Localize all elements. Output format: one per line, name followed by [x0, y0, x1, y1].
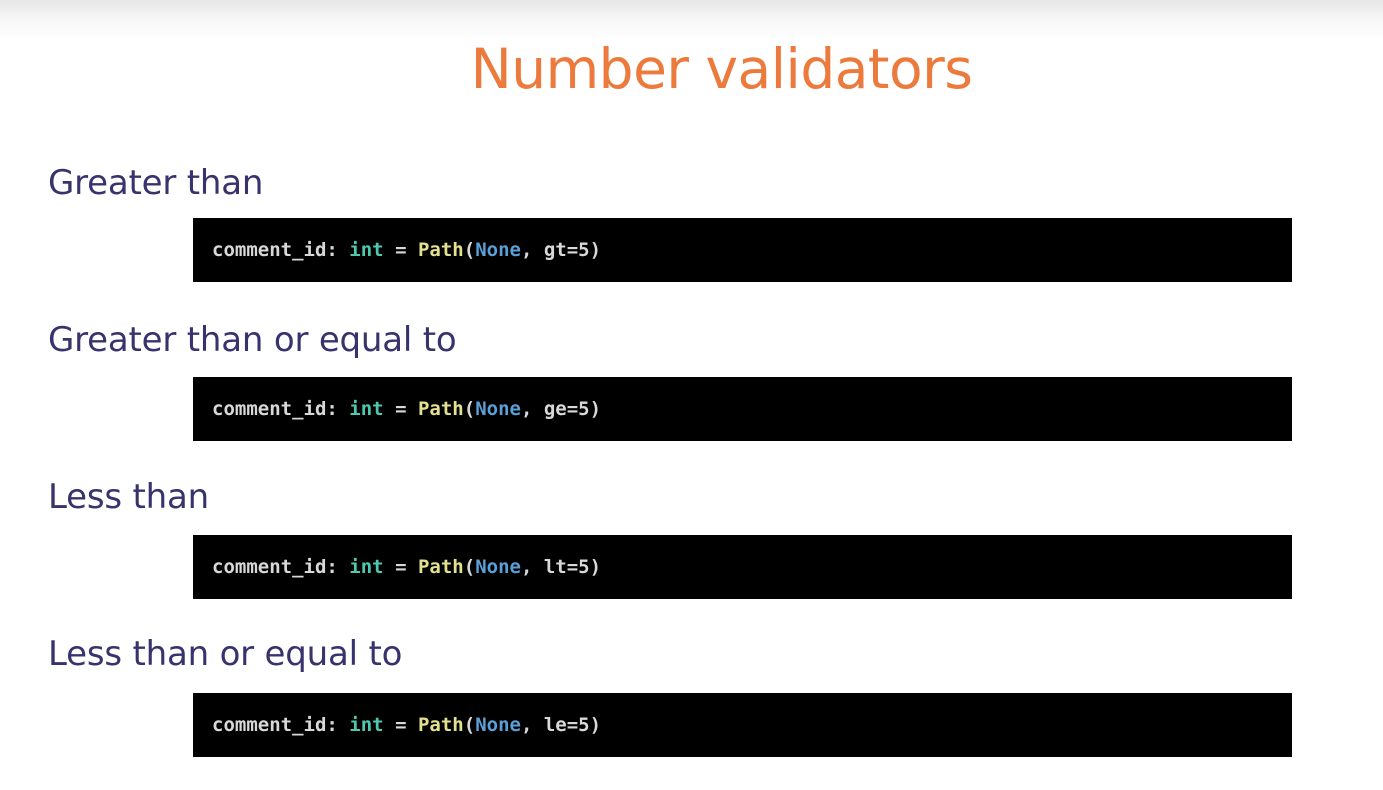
- code-function: Path: [417, 398, 464, 420]
- code-variable: comment_id:: [212, 398, 338, 420]
- code-type: int: [349, 714, 384, 736]
- code-block-less-than: comment_id: int = Path(None, lt=5): [193, 535, 1292, 599]
- code-block-greater-than: comment_id: int = Path(None, gt=5): [193, 218, 1292, 282]
- code-function: Path: [417, 239, 464, 261]
- code-operator: =: [395, 714, 407, 736]
- code-keyword: None: [475, 714, 521, 736]
- code-type: int: [349, 398, 384, 420]
- section-heading-greater-than: Greater than: [48, 163, 264, 203]
- code-operator: =: [395, 398, 407, 420]
- code-operator: =: [395, 239, 407, 261]
- code-type: int: [349, 556, 384, 578]
- code-function: Path: [417, 556, 464, 578]
- code-arguments: , gt=5): [520, 239, 602, 261]
- slide-title: Number validators: [470, 37, 973, 101]
- code-operator: =: [395, 556, 407, 578]
- code-block-greater-than-or-equal: comment_id: int = Path(None, ge=5): [193, 377, 1292, 441]
- code-variable: comment_id:: [212, 239, 338, 261]
- section-heading-less-than: Less than: [48, 477, 209, 517]
- code-variable: comment_id:: [212, 556, 338, 578]
- code-type: int: [349, 239, 384, 261]
- code-keyword: None: [475, 239, 521, 261]
- code-block-less-than-or-equal: comment_id: int = Path(None, le=5): [193, 693, 1292, 757]
- code-variable: comment_id:: [212, 714, 338, 736]
- code-arguments: , ge=5): [520, 398, 602, 420]
- code-function: Path: [417, 714, 464, 736]
- code-paren: (: [463, 714, 476, 736]
- code-keyword: None: [475, 556, 521, 578]
- code-arguments: , lt=5): [520, 556, 602, 578]
- code-arguments: , le=5): [520, 714, 602, 736]
- section-heading-greater-than-or-equal: Greater than or equal to: [48, 320, 457, 360]
- code-paren: (: [463, 556, 476, 578]
- code-paren: (: [463, 239, 476, 261]
- code-keyword: None: [475, 398, 521, 420]
- code-paren: (: [463, 398, 476, 420]
- section-heading-less-than-or-equal: Less than or equal to: [48, 634, 403, 674]
